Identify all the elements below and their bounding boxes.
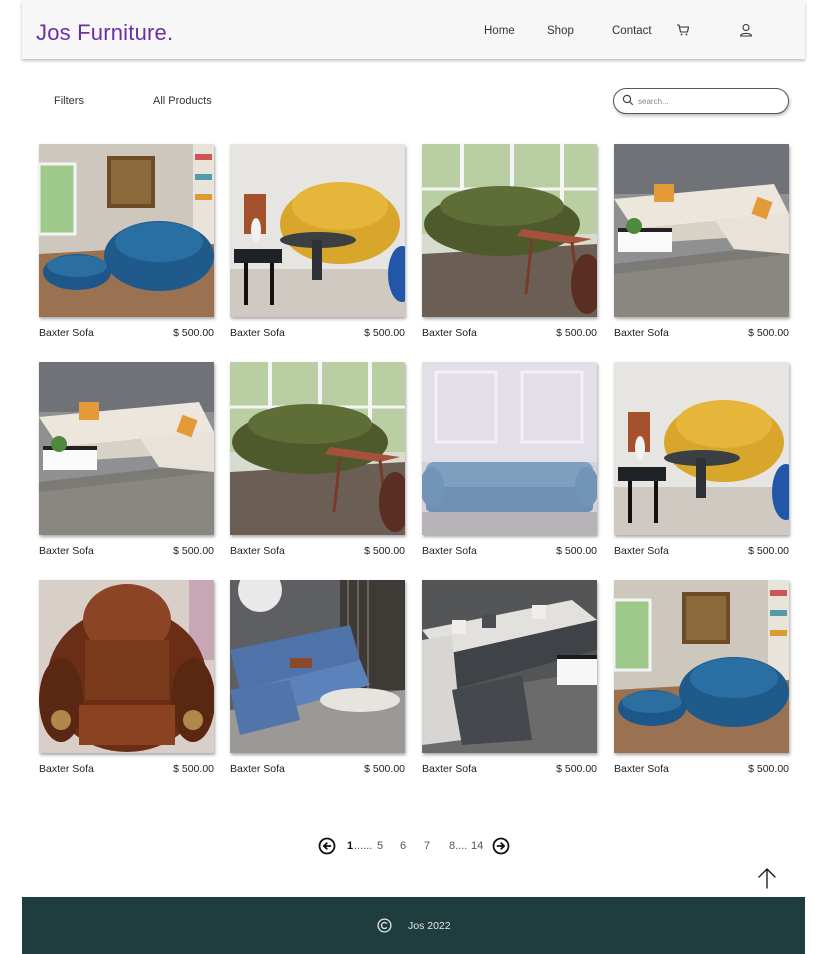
product-card[interactable]: Baxter Sofa $ 500.00 [39,144,214,344]
product-price: $ 500.00 [173,545,214,557]
product-image[interactable] [39,362,214,535]
search-box[interactable] [613,88,789,114]
product-card[interactable]: Baxter Sofa $ 500.00 [39,362,214,562]
product-image[interactable] [422,144,597,317]
product-image[interactable] [422,362,597,535]
product-price: $ 500.00 [364,327,405,339]
product-image[interactable] [230,144,405,317]
product-price: $ 500.00 [556,763,597,775]
page-1[interactable]: 1 [347,840,353,852]
arrow-left-circle-icon[interactable] [318,837,336,855]
product-name[interactable]: Baxter Sofa [422,545,477,557]
product-card[interactable]: Baxter Sofa $ 500.00 [614,144,789,344]
cart-icon[interactable] [676,23,690,37]
product-card[interactable]: Baxter Sofa $ 500.00 [422,580,597,780]
page: Jos Furniture. Home Shop Contact Filters… [22,0,805,954]
user-icon[interactable] [739,23,753,37]
page-8[interactable]: 8.... [449,840,467,852]
product-name[interactable]: Baxter Sofa [422,327,477,339]
product-image[interactable] [39,580,214,753]
site-footer: Jos 2022 [22,897,805,954]
nav-contact-link[interactable]: Contact [612,25,652,37]
product-price: $ 500.00 [364,763,405,775]
product-price: $ 500.00 [748,545,789,557]
product-card[interactable]: Baxter Sofa $ 500.00 [422,362,597,562]
product-name[interactable]: Baxter Sofa [39,545,94,557]
product-name[interactable]: Baxter Sofa [614,545,669,557]
product-price: $ 500.00 [556,327,597,339]
product-image[interactable] [614,580,789,753]
product-name[interactable]: Baxter Sofa [230,545,285,557]
page-5[interactable]: 5 [377,840,383,852]
site-header: Jos Furniture. Home Shop Contact [22,0,805,59]
product-price: $ 500.00 [556,545,597,557]
all-products-link[interactable]: All Products [153,95,212,107]
product-price: $ 500.00 [173,327,214,339]
product-price: $ 500.00 [748,763,789,775]
product-name[interactable]: Baxter Sofa [230,763,285,775]
copyright-text: Jos 2022 [408,920,451,932]
page-7[interactable]: 7 [424,840,430,852]
product-card[interactable]: Baxter Sofa $ 500.00 [230,580,405,780]
nav-shop-link[interactable]: Shop [547,25,574,37]
product-image[interactable] [422,580,597,753]
product-price: $ 500.00 [173,763,214,775]
copyright-icon [377,918,392,933]
logo[interactable]: Jos Furniture. [36,20,173,46]
search-input[interactable] [638,93,778,109]
page-6[interactable]: 6 [400,840,406,852]
nav-home-link[interactable]: Home [484,25,515,37]
filters-button[interactable]: Filters [54,95,84,107]
arrow-right-circle-icon[interactable] [492,837,510,855]
product-card[interactable]: Baxter Sofa $ 500.00 [230,144,405,344]
product-price: $ 500.00 [748,327,789,339]
arrow-up-icon[interactable] [756,866,778,890]
product-card[interactable]: Baxter Sofa $ 500.00 [230,362,405,562]
product-image[interactable] [230,362,405,535]
product-card[interactable]: Baxter Sofa $ 500.00 [614,362,789,562]
search-icon [622,94,634,106]
product-image[interactable] [39,144,214,317]
product-card[interactable]: Baxter Sofa $ 500.00 [39,580,214,780]
product-name[interactable]: Baxter Sofa [39,763,94,775]
product-name[interactable]: Baxter Sofa [422,763,477,775]
product-name[interactable]: Baxter Sofa [614,763,669,775]
product-name[interactable]: Baxter Sofa [230,327,285,339]
page-14[interactable]: 14 [471,840,483,852]
product-price: $ 500.00 [364,545,405,557]
product-name[interactable]: Baxter Sofa [39,327,94,339]
product-image[interactable] [230,580,405,753]
product-card[interactable]: Baxter Sofa $ 500.00 [614,580,789,780]
product-name[interactable]: Baxter Sofa [614,327,669,339]
product-image[interactable] [614,362,789,535]
product-card[interactable]: Baxter Sofa $ 500.00 [422,144,597,344]
page-dots: ...... [354,840,373,852]
product-image[interactable] [614,144,789,317]
